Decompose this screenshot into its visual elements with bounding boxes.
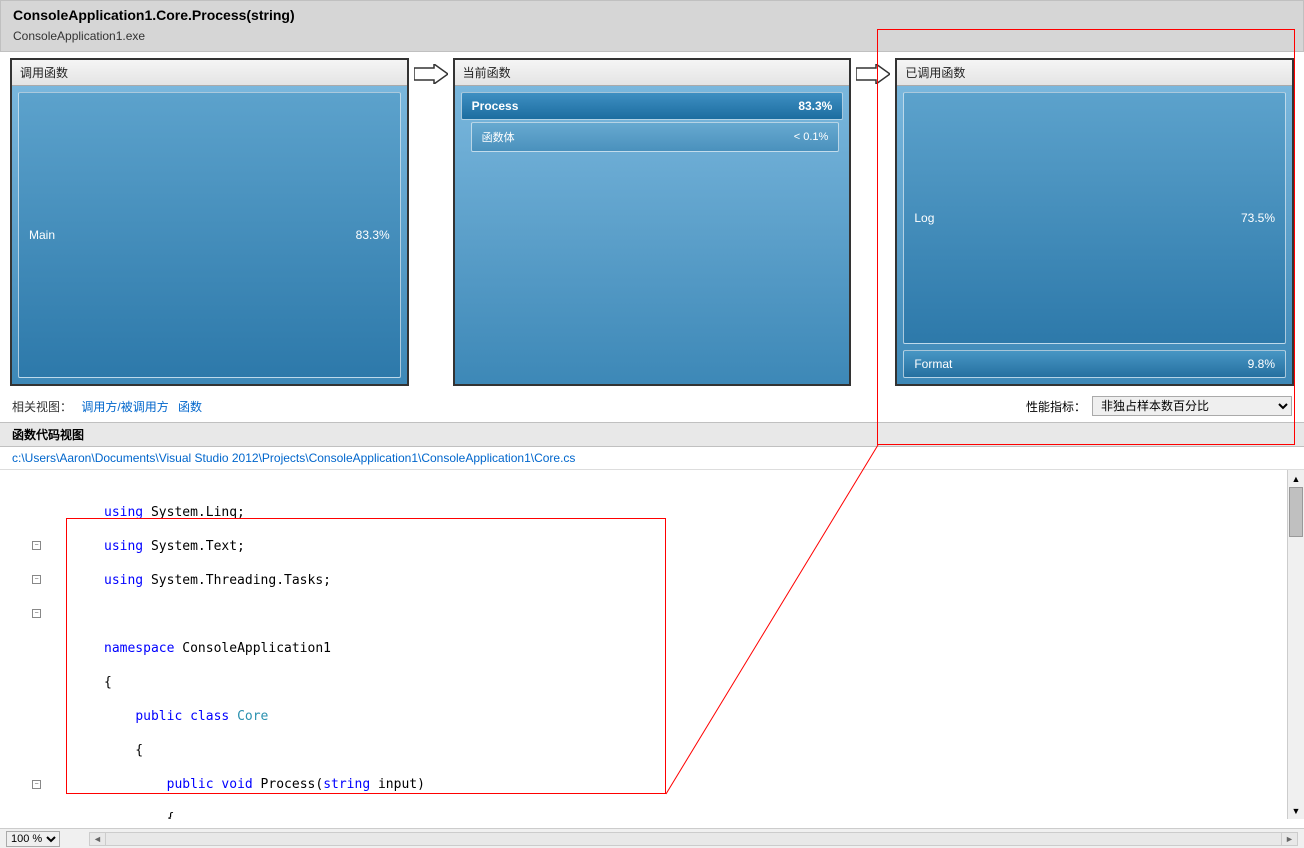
current-function-header: 当前函数 [455,60,850,86]
fold-gutter: − − − − [32,470,46,819]
bottom-bar: 100 % ◄ ► [0,828,1304,848]
scroll-left-icon[interactable]: ◄ [90,833,106,845]
callee-tile-log[interactable]: Log 73.5% [903,92,1286,344]
callee-log-pct: 73.5% [1241,211,1275,225]
called-functions-panel: 已调用函数 Log 73.5% Format 9.8% [895,58,1294,386]
calling-functions-header: 调用函数 [12,60,407,86]
arrow-icon [413,58,449,84]
link-functions[interactable]: 函数 [178,400,202,414]
fold-toggle[interactable]: − [32,541,41,550]
calling-functions-panel: 调用函数 Main 83.3% [10,58,409,386]
current-body-pct: < 0.1% [794,131,829,143]
current-tile-process[interactable]: Process 83.3% [461,92,844,120]
zoom-select[interactable]: 100 % [6,831,60,847]
links-row: 相关视图： 调用方/被调用方 函数 性能指标： 非独占样本数百分比 [0,392,1304,422]
scroll-down-icon[interactable]: ▼ [1288,802,1304,819]
code-file-path[interactable]: c:\Users\Aaron\Documents\Visual Studio 2… [0,447,1304,469]
page-subtitle: ConsoleApplication1.exe [13,29,1291,43]
code-content[interactable]: using System.Linq; using System.Text; us… [50,470,1304,819]
callee-log-name: Log [914,211,934,225]
link-caller-callee[interactable]: 调用方/被调用方 [81,400,168,414]
scrollbar-thumb[interactable] [1289,487,1303,537]
callee-tile-format[interactable]: Format 9.8% [903,350,1286,378]
related-views-label: 相关视图： [12,400,72,414]
scroll-up-icon[interactable]: ▲ [1288,470,1304,487]
called-functions-header: 已调用函数 [897,60,1292,86]
arrow-icon [855,58,891,84]
callee-fmt-pct: 9.8% [1248,357,1275,371]
horizontal-scrollbar[interactable]: ◄ ► [89,832,1298,846]
code-view-header: 函数代码视图 [0,422,1304,447]
fold-toggle[interactable]: − [32,575,41,584]
caller-tile-main[interactable]: Main 83.3% [18,92,401,378]
scroll-right-icon[interactable]: ► [1281,833,1297,845]
caller-name: Main [29,228,55,242]
current-pct: 83.3% [798,99,832,113]
header-bar: ConsoleApplication1.Core.Process(string)… [0,0,1304,52]
vertical-scrollbar[interactable]: ▲ ▼ [1287,470,1304,819]
fold-toggle[interactable]: − [32,780,41,789]
fold-toggle[interactable]: − [32,609,41,618]
current-function-panel: 当前函数 Process 83.3% 函数体 < 0.1% [453,58,852,386]
function-boxes-row: 调用函数 Main 83.3% 当前函数 Process 83.3% 函数体 <… [0,52,1304,392]
page-title: ConsoleApplication1.Core.Process(string) [13,7,1291,23]
code-area: − − − − using System.Linq; using System.… [0,469,1304,819]
current-body-name: 函数体 [482,129,515,145]
metric-select[interactable]: 非独占样本数百分比 [1092,396,1292,416]
caller-pct: 83.3% [356,228,390,242]
current-name: Process [472,99,519,113]
current-tile-body[interactable]: 函数体 < 0.1% [471,122,840,152]
callee-fmt-name: Format [914,357,952,371]
metric-label: 性能指标： [1026,398,1086,415]
